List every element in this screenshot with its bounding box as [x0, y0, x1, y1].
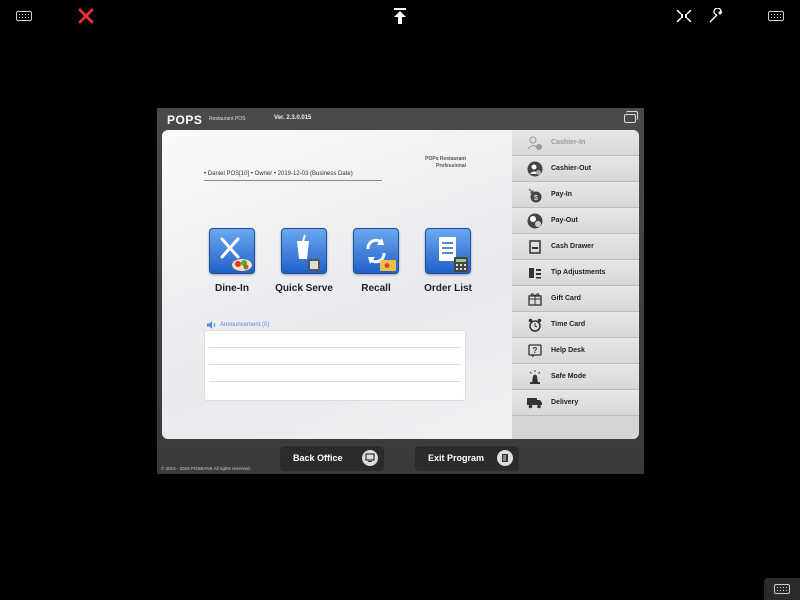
sidebar-item-delivery[interactable]: Delivery: [512, 390, 639, 416]
sidebar-item-safe-mode[interactable]: Safe Mode: [512, 364, 639, 390]
quick-serve-label: Quick Serve: [275, 283, 333, 294]
keyboard-icon[interactable]: [766, 4, 786, 28]
pay-in-icon: $: [526, 186, 544, 204]
order-list-label: Order List: [424, 283, 472, 294]
user-info: • Daniel POS[10] • Owner • 2019-12-03 (B…: [204, 171, 353, 177]
announcement-list[interactable]: [204, 330, 466, 401]
keyboard-toggle-button[interactable]: [764, 578, 800, 600]
sidebar-item-tip-adjustments[interactable]: Tip Adjustments: [512, 260, 639, 286]
title-bar: POPS Restaurant POS Ver. 2.3.0.015: [157, 108, 644, 130]
monitor-icon: [362, 450, 378, 466]
order-list-button[interactable]: Order List: [419, 228, 477, 294]
dine-in-icon: [209, 228, 255, 274]
recall-button[interactable]: Recall: [347, 228, 405, 294]
exit-program-button[interactable]: Exit Program: [415, 445, 519, 471]
dine-in-button[interactable]: Dine-In: [203, 228, 261, 294]
safe-mode-icon: [526, 368, 544, 386]
close-icon[interactable]: [76, 4, 96, 28]
sidebar-item-help-desk[interactable]: ? Help Desk: [512, 338, 639, 364]
delivery-icon: [526, 394, 544, 412]
sidebar-item-cashier-in[interactable]: Cashier-In: [512, 130, 639, 156]
keyboard-icon[interactable]: [14, 4, 34, 28]
recall-icon: [353, 228, 399, 274]
window-switch-icon[interactable]: [624, 111, 638, 123]
cashier-out-icon: [526, 160, 544, 178]
cash-drawer-icon: [526, 238, 544, 256]
keyboard-icon: [774, 584, 790, 594]
app-logo-subtitle: Restaurant POS: [209, 116, 246, 122]
app-logo: POPS: [167, 113, 203, 127]
sidebar-item-pay-in[interactable]: $ Pay-In: [512, 182, 639, 208]
order-list-icon: [425, 228, 471, 274]
exit-door-icon: [497, 450, 513, 466]
time-card-icon: [526, 316, 544, 334]
brand-label: POPs Restaurant Professional: [425, 156, 466, 169]
quick-serve-button[interactable]: Quick Serve: [275, 228, 333, 294]
quick-serve-icon: [281, 228, 327, 274]
svg-text:?: ?: [533, 346, 538, 355]
pos-window: POPS Restaurant POS Ver. 2.3.0.015 POPs …: [157, 108, 644, 474]
cashier-in-icon: [526, 134, 544, 152]
sidebar-item-pay-out[interactable]: Pay-Out: [512, 208, 639, 234]
pay-out-icon: [526, 212, 544, 230]
gift-card-icon: [526, 290, 544, 308]
sidebar-item-cash-drawer[interactable]: Cash Drawer: [512, 234, 639, 260]
sidebar-item-cashier-out[interactable]: Cashier-Out: [512, 156, 639, 182]
dine-in-label: Dine-In: [215, 283, 249, 294]
wrench-icon[interactable]: [706, 4, 726, 28]
copyright: © 2013 - 2019 POSBANK All rights reserve…: [161, 466, 251, 471]
version-label: Ver. 2.3.0.015: [274, 115, 312, 121]
speaker-icon: [207, 321, 216, 329]
announcement-header: Announcement (0): [207, 321, 269, 329]
help-desk-icon: ?: [526, 342, 544, 360]
sidebar: Cashier-In Cashier-Out $ Pay-In Pay-Out …: [512, 130, 639, 439]
svg-text:$: $: [534, 195, 538, 202]
recall-label: Recall: [361, 283, 391, 294]
back-office-button[interactable]: Back Office: [280, 445, 384, 471]
sidebar-item-gift-card[interactable]: Gift Card: [512, 286, 639, 312]
tip-adjustments-icon: [526, 264, 544, 282]
shrink-icon[interactable]: [674, 4, 694, 28]
sidebar-item-time-card[interactable]: Time Card: [512, 312, 639, 338]
main-panel: POPs Restaurant Professional • Daniel PO…: [162, 130, 512, 439]
announcement-label: Announcement (0): [220, 322, 270, 328]
divider: [204, 180, 382, 181]
upload-icon[interactable]: [391, 4, 409, 28]
